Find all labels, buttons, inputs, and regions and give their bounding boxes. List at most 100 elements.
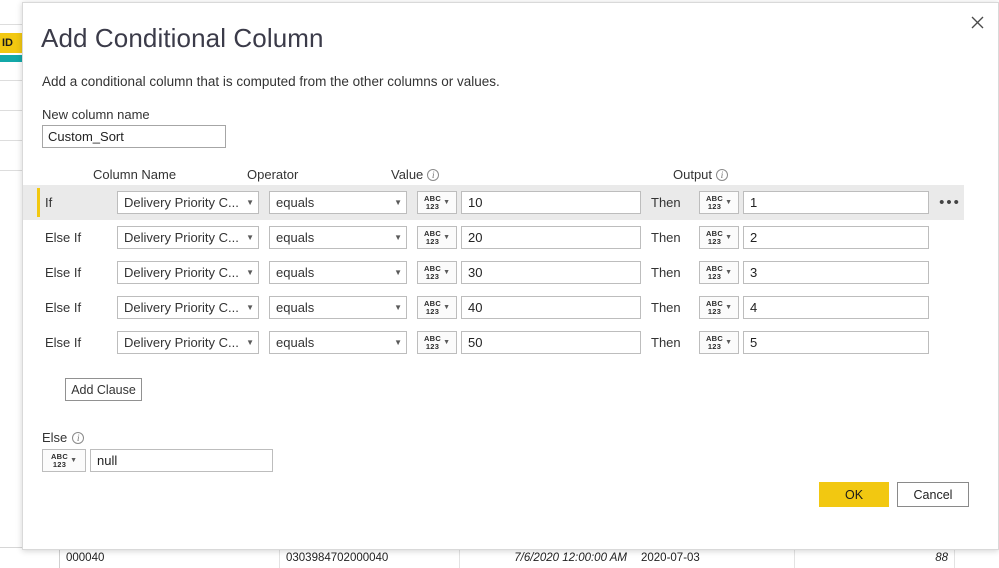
background-divider (0, 140, 22, 141)
chevron-down-icon: ▼ (725, 304, 733, 311)
clause-value-type-select[interactable]: ABC 123 ▼ (417, 261, 457, 284)
clause-column-value: Delivery Priority C... (124, 265, 239, 280)
clause-column-select[interactable]: Delivery Priority C... ▼ (117, 226, 259, 249)
clause-value-input[interactable] (461, 296, 641, 319)
new-column-name-input[interactable] (42, 125, 226, 148)
chevron-down-icon: ▼ (443, 304, 451, 311)
clause-value-input[interactable] (461, 191, 641, 214)
header-value-label: Value (391, 167, 424, 182)
background-divider (0, 170, 22, 171)
abc123-icon: ABC 123 (705, 333, 724, 351)
new-column-name-label: New column name (42, 107, 150, 122)
clause-output-input[interactable] (743, 296, 929, 319)
background-data-grid: 000040 0303984702000040 7/6/2020 12:00:0… (0, 547, 999, 568)
chevron-down-icon: ▼ (246, 267, 254, 277)
clause-output-type-select[interactable]: ABC 123 ▼ (699, 226, 739, 249)
clause-row: Else If Delivery Priority C... ▼ equals … (23, 220, 998, 255)
clause-column-select[interactable]: Delivery Priority C... ▼ (117, 296, 259, 319)
chevron-down-icon: ▼ (443, 199, 451, 206)
else-label-text: Else (42, 430, 68, 445)
table-cell: 2020-07-03 (635, 548, 795, 568)
clause-row: Else If Delivery Priority C... ▼ equals … (23, 255, 998, 290)
clause-column-value: Delivery Priority C... (124, 335, 239, 350)
clause-operator-select[interactable]: equals ▼ (269, 261, 407, 284)
clause-more-options-icon[interactable] (935, 261, 965, 284)
background-teal-indicator (0, 55, 22, 62)
header-column-name-label: Column Name (93, 167, 177, 182)
else-value-input[interactable] (90, 449, 273, 472)
clause-more-options-icon[interactable] (935, 226, 965, 249)
clause-output-type-select[interactable]: ABC 123 ▼ (699, 331, 739, 354)
header-column-name: Column Name (93, 167, 176, 182)
clause-list: If Delivery Priority C... ▼ equals ▼ ABC… (23, 185, 998, 360)
background-left-panel: ID (0, 0, 24, 568)
clause-value-type-select[interactable]: ABC 123 ▼ (417, 296, 457, 319)
table-cell: 000040 (60, 548, 280, 568)
clause-value-type-select[interactable]: ABC 123 ▼ (417, 331, 457, 354)
clause-operator-value: equals (276, 230, 315, 245)
clause-keyword: Else If (45, 230, 82, 245)
chevron-down-icon: ▼ (725, 234, 733, 241)
clause-row: Else If Delivery Priority C... ▼ equals … (23, 290, 998, 325)
info-icon[interactable]: i (72, 431, 85, 444)
chevron-down-icon: ▼ (725, 199, 733, 206)
clause-output-input[interactable] (743, 331, 929, 354)
page-title: Add Conditional Column (41, 23, 324, 53)
info-icon[interactable]: i (716, 168, 729, 181)
clause-operator-value: equals (276, 195, 315, 210)
info-icon[interactable]: i (427, 168, 440, 181)
clause-more-options-icon[interactable] (935, 331, 965, 354)
clause-output-input[interactable] (743, 261, 929, 284)
clause-output-type-select[interactable]: ABC 123 ▼ (699, 261, 739, 284)
table-cell: 88 (795, 548, 955, 568)
clause-operator-value: equals (276, 265, 315, 280)
clause-value-input[interactable] (461, 226, 641, 249)
clause-row: Else If Delivery Priority C... ▼ equals … (23, 325, 998, 360)
clause-value-type-select[interactable]: ABC 123 ▼ (417, 226, 457, 249)
clause-more-options-icon[interactable]: ••• (935, 191, 965, 214)
close-icon[interactable] (960, 7, 994, 37)
clause-output-input[interactable] (743, 226, 929, 249)
chevron-down-icon: ▼ (394, 232, 402, 242)
clause-column-select[interactable]: Delivery Priority C... ▼ (117, 261, 259, 284)
clause-operator-select[interactable]: equals ▼ (269, 226, 407, 249)
table-row: 000040 0303984702000040 7/6/2020 12:00:0… (0, 548, 999, 568)
clause-value-input[interactable] (461, 261, 641, 284)
background-divider (0, 80, 22, 81)
chevron-down-icon: ▼ (246, 337, 254, 347)
clause-then-label: Then (651, 300, 681, 315)
clause-value-input[interactable] (461, 331, 641, 354)
dialog-description: Add a conditional column that is compute… (42, 74, 500, 89)
chevron-down-icon: ▼ (725, 339, 733, 346)
header-output-label: Output (673, 167, 713, 182)
else-type-select[interactable]: ABC 123 ▼ (42, 449, 86, 472)
clause-more-options-icon[interactable] (935, 296, 965, 319)
clause-then-label: Then (651, 265, 681, 280)
header-output: Output i (673, 167, 729, 182)
cancel-button[interactable]: Cancel (897, 482, 969, 507)
clause-value-type-select[interactable]: ABC 123 ▼ (417, 191, 457, 214)
table-cell (0, 548, 60, 568)
clause-operator-select[interactable]: equals ▼ (269, 331, 407, 354)
clause-operator-select[interactable]: equals ▼ (269, 191, 407, 214)
header-operator: Operator (247, 167, 298, 182)
header-value: Value i (391, 167, 440, 182)
clause-keyword: Else If (45, 335, 82, 350)
clause-column-value: Delivery Priority C... (124, 230, 239, 245)
clause-operator-select[interactable]: equals ▼ (269, 296, 407, 319)
clause-operator-value: equals (276, 300, 315, 315)
abc123-icon: ABC 123 (423, 228, 442, 246)
chevron-down-icon: ▼ (443, 269, 451, 276)
abc123-icon: ABC 123 (423, 193, 442, 211)
chevron-down-icon: ▼ (443, 339, 451, 346)
table-cell: 7/6/2020 12:00:00 AM (514, 552, 627, 564)
clause-output-type-select[interactable]: ABC 123 ▼ (699, 296, 739, 319)
chevron-down-icon: ▼ (70, 457, 78, 464)
abc123-icon: ABC 123 (423, 263, 442, 281)
clause-column-select[interactable]: Delivery Priority C... ▼ (117, 331, 259, 354)
clause-output-type-select[interactable]: ABC 123 ▼ (699, 191, 739, 214)
clause-column-select[interactable]: Delivery Priority C... ▼ (117, 191, 259, 214)
ok-button[interactable]: OK (819, 482, 889, 507)
clause-output-input[interactable] (743, 191, 929, 214)
add-clause-button[interactable]: Add Clause (65, 378, 142, 401)
